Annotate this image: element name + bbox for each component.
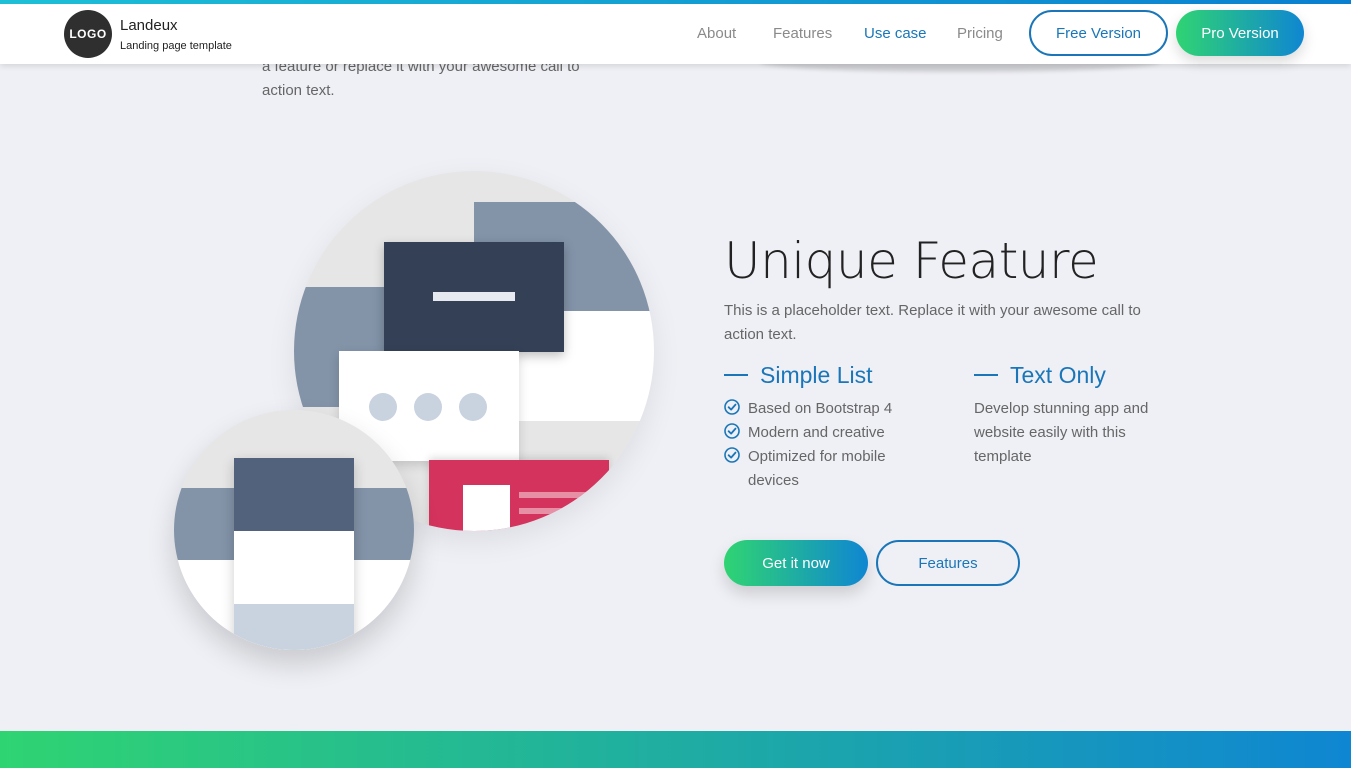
check-circle-icon bbox=[724, 399, 740, 415]
illustration-block bbox=[463, 485, 510, 531]
list-item: Modern and creative bbox=[748, 424, 885, 441]
navbar: LOGO Landeux Landing page template About… bbox=[0, 4, 1351, 64]
feature-illustration-small bbox=[174, 410, 414, 650]
footer-gradient-band bbox=[0, 731, 1351, 768]
text-only-title: Text Only bbox=[1010, 362, 1106, 388]
brand-title[interactable]: Landeux bbox=[120, 17, 178, 34]
illustration-dot bbox=[414, 393, 442, 421]
illustration-dark-card bbox=[384, 242, 564, 352]
feature-description: This is a placeholder text. Replace it w… bbox=[724, 302, 1141, 343]
illustration-dot bbox=[369, 393, 397, 421]
features-button[interactable]: Features bbox=[876, 540, 1020, 586]
get-it-now-button[interactable]: Get it now bbox=[724, 540, 868, 586]
nav-link-pricing[interactable]: Pricing bbox=[957, 25, 1003, 42]
illustration-dot bbox=[459, 393, 487, 421]
brand-subtitle: Landing page template bbox=[120, 40, 232, 52]
nav-link-about[interactable]: About bbox=[697, 25, 736, 42]
text-only-body: Develop stunning app and website easily … bbox=[974, 400, 1149, 465]
top-accent-bar bbox=[0, 0, 1351, 4]
check-circle-icon bbox=[724, 447, 740, 463]
free-version-button[interactable]: Free Version bbox=[1029, 10, 1168, 56]
illustration-bar bbox=[433, 292, 515, 301]
check-circle-icon bbox=[724, 423, 740, 439]
list-item: Optimized for mobile devices bbox=[748, 448, 886, 489]
illustration-line bbox=[519, 492, 589, 498]
feature-title: Unique Feature bbox=[724, 232, 1099, 290]
nav-link-features[interactable]: Features bbox=[773, 25, 832, 42]
list-item: Based on Bootstrap 4 bbox=[748, 400, 893, 417]
illustration-phone-card bbox=[234, 458, 354, 650]
nav-link-use-case[interactable]: Use case bbox=[864, 25, 927, 42]
simple-list-dash bbox=[724, 374, 748, 376]
pro-version-button[interactable]: Pro Version bbox=[1176, 10, 1304, 56]
text-only-dash bbox=[974, 374, 998, 376]
illustration-block bbox=[234, 458, 354, 531]
illustration-line bbox=[519, 508, 589, 514]
simple-list-title: Simple List bbox=[760, 362, 873, 388]
illustration-red-card bbox=[429, 460, 609, 531]
logo[interactable]: LOGO bbox=[64, 10, 112, 58]
illustration-block bbox=[234, 604, 354, 650]
